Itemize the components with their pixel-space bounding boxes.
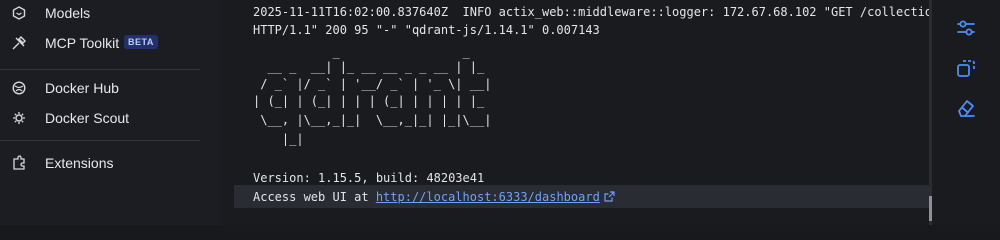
ascii-art-line: __ _ __| |_ __ __ _ _ __ | |_ — [253, 60, 485, 74]
sidebar: Models MCP Toolkit BETA Docker Hub Docke… — [0, 0, 220, 225]
ascii-art-line: |_| — [253, 132, 304, 146]
eraser-icon — [955, 97, 977, 124]
access-prefix: Access web UI at — [253, 190, 376, 204]
ascii-art-line: | (_| | (_| | | | (_| | | | | |_ — [253, 94, 485, 108]
sidebar-item-label: Docker Scout — [45, 110, 130, 126]
settings-sliders-icon — [955, 17, 977, 44]
log-line: HTTP/1.1" 200 95 "-" "qdrant-js/1.14.1" … — [253, 23, 600, 37]
extensions-icon — [11, 155, 27, 171]
sidebar-item-label: Docker Hub — [45, 80, 119, 96]
sidebar-item-docker-scout[interactable]: Docker Scout — [0, 103, 220, 133]
sidebar-item-label: MCP Toolkit — [45, 35, 120, 51]
container-logs: 2025-11-11T16:02:00.837640Z INFO actix_w… — [220, 0, 947, 225]
ascii-art-line: _ _ — [253, 45, 470, 59]
ascii-art-line: \__, |\__,_|_| \__,_|_| |_|\__| — [253, 113, 492, 127]
access-line: Access web UI at http://localhost:6333/d… — [253, 189, 615, 205]
version-line: Version: 1.15.5, build: 48203e41 — [253, 171, 485, 185]
toolkit-icon — [11, 35, 27, 51]
log-line: 2025-11-11T16:02:00.837640Z INFO actix_w… — [253, 5, 947, 19]
copy-icon — [955, 57, 977, 84]
dashboard-link[interactable]: http://localhost:6333/dashboard — [376, 190, 600, 204]
docker-hub-icon — [11, 80, 27, 96]
docker-scout-icon — [11, 110, 27, 126]
beta-badge: BETA — [124, 35, 158, 49]
models-icon — [11, 5, 27, 21]
sidebar-divider — [0, 69, 200, 70]
sidebar-divider — [0, 140, 200, 141]
sidebar-item-extensions[interactable]: Extensions — [0, 148, 220, 178]
sidebar-item-mcp-toolkit[interactable]: MCP Toolkit BETA — [0, 28, 220, 58]
filter-settings-button[interactable] — [949, 13, 983, 47]
sidebar-item-label: Models — [45, 5, 91, 21]
clear-logs-button[interactable] — [949, 93, 983, 127]
copy-button[interactable] — [949, 53, 983, 87]
sidebar-item-docker-hub[interactable]: Docker Hub — [0, 73, 220, 103]
sidebar-item-label: Extensions — [45, 155, 114, 171]
external-link-icon[interactable] — [604, 190, 615, 204]
ascii-art-line: / _` |/ _` | '__/ _` | '_ \| __| — [253, 77, 492, 91]
sidebar-item-models[interactable]: Models — [0, 0, 220, 28]
